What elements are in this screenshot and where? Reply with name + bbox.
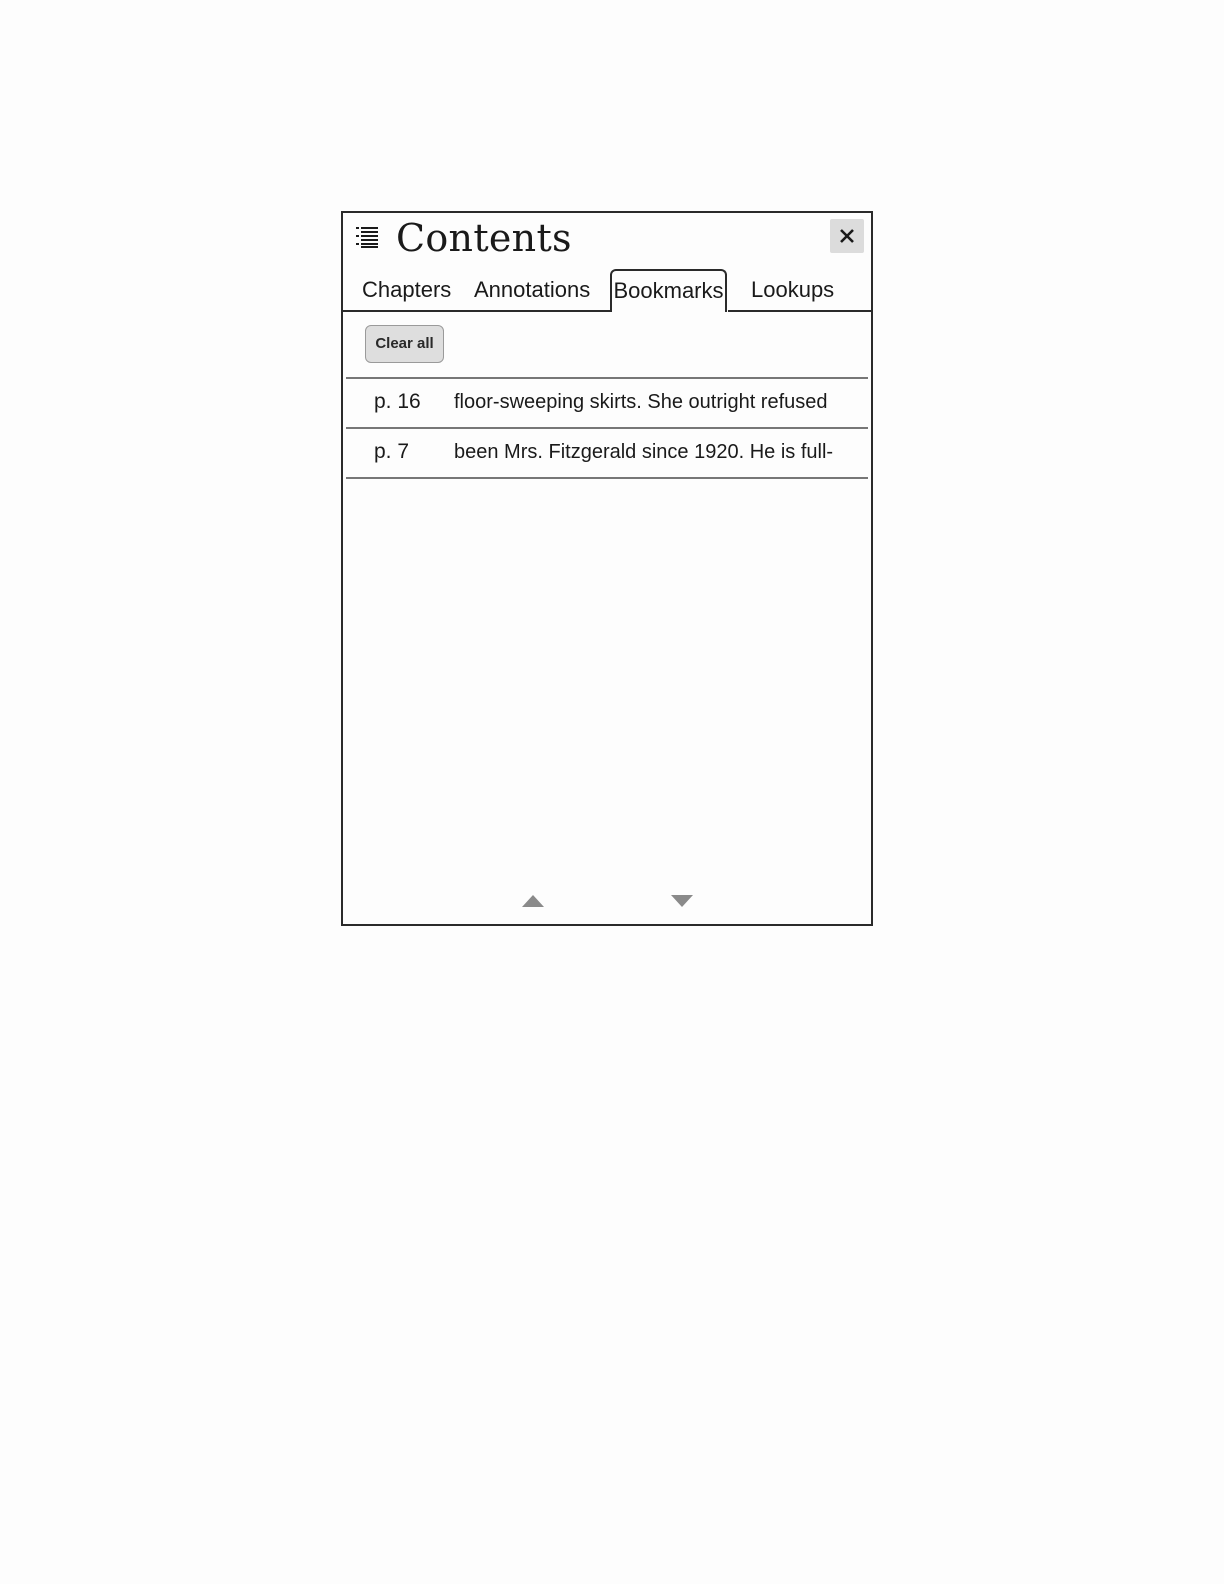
tab-lookups[interactable]: Lookups bbox=[751, 269, 834, 310]
tab-chapters[interactable]: Chapters bbox=[362, 269, 451, 310]
bookmark-snippet: been Mrs. Fitzgerald since 1920. He is f… bbox=[454, 441, 834, 463]
close-icon bbox=[840, 229, 854, 243]
pager bbox=[343, 889, 871, 909]
tab-bar-divider bbox=[343, 310, 612, 312]
bookmark-page-number: p. 16 bbox=[374, 390, 421, 413]
bookmark-list: p. 16 floor-sweeping skirts. She outrigh… bbox=[346, 377, 868, 479]
clear-all-button[interactable]: Clear all bbox=[365, 325, 444, 363]
close-button[interactable] bbox=[830, 219, 864, 253]
tab-annotations[interactable]: Annotations bbox=[474, 269, 590, 310]
bookmark-page-number: p. 7 bbox=[374, 440, 410, 463]
list-item[interactable]: p. 7 been Mrs. Fitzgerald since 1920. He… bbox=[346, 429, 868, 477]
contents-panel: Contents Chapters Annotations Bookmarks … bbox=[341, 211, 873, 926]
list-divider bbox=[346, 477, 868, 479]
panel-header: Contents bbox=[343, 213, 871, 265]
tab-bookmarks[interactable]: Bookmarks bbox=[610, 269, 727, 312]
list-item[interactable]: p. 16 floor-sweeping skirts. She outrigh… bbox=[346, 379, 868, 427]
triangle-down-icon[interactable] bbox=[670, 894, 694, 908]
tab-bar: Chapters Annotations Bookmarks Lookups bbox=[343, 269, 871, 312]
bookmark-snippet: floor-sweeping skirts. She outright refu… bbox=[454, 391, 828, 413]
triangle-up-icon[interactable] bbox=[521, 894, 545, 908]
list-icon bbox=[356, 227, 378, 248]
tab-bar-divider bbox=[728, 310, 871, 312]
panel-title: Contents bbox=[396, 216, 572, 260]
